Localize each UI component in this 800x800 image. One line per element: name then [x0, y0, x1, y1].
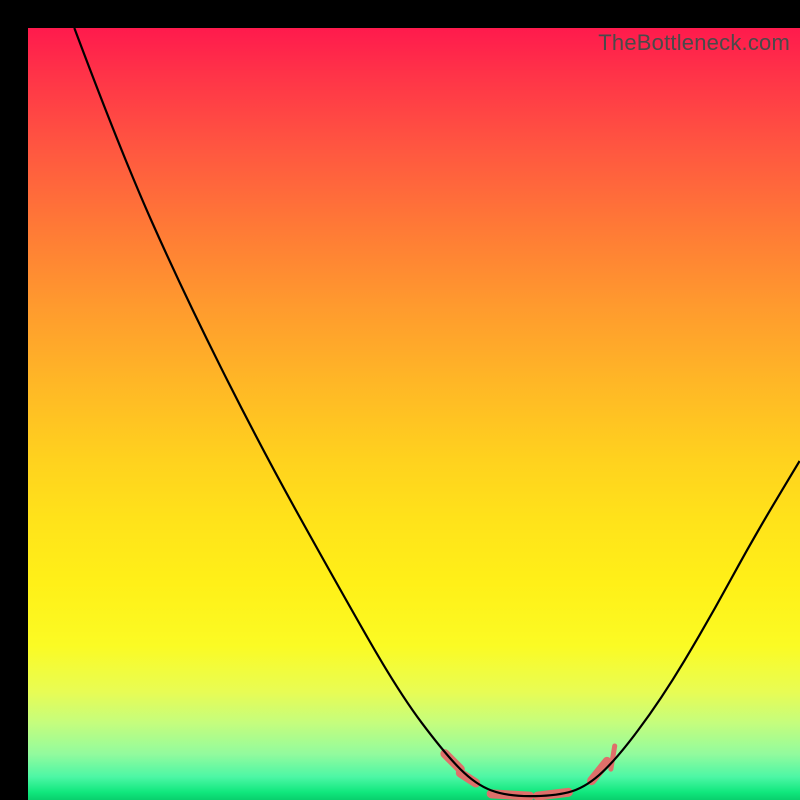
- chart-plot-area: TheBottleneck.com: [28, 28, 800, 800]
- chart-frame: TheBottleneck.com: [0, 0, 800, 800]
- chart-svg: [28, 28, 800, 800]
- stub-right-tick: [611, 746, 615, 769]
- marker-layer: [445, 746, 615, 796]
- bottleneck-curve: [74, 28, 800, 796]
